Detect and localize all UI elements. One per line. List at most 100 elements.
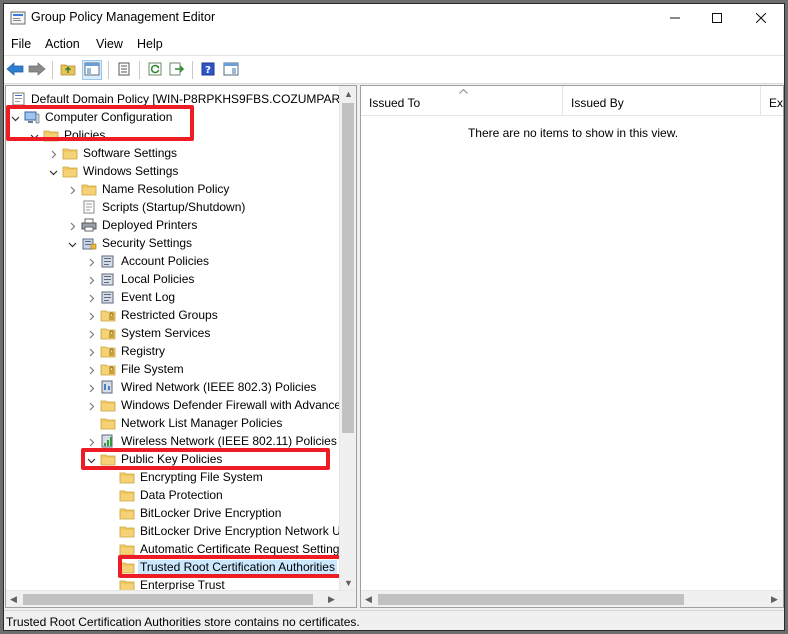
chevron-right-icon[interactable] xyxy=(87,328,96,339)
properties-button[interactable] xyxy=(114,60,134,80)
tree-node-scripts-startup-shutdown[interactable]: Scripts (Startup/Shutdown) xyxy=(6,198,346,216)
chevron-right-icon[interactable] xyxy=(49,148,58,159)
refresh-button[interactable] xyxy=(145,60,165,80)
tree-vertical-scrollbar[interactable]: ▲ ▼ xyxy=(339,86,356,591)
tree-node-restricted-groups[interactable]: Restricted Groups xyxy=(6,306,346,324)
tree-node-label: Account Policies xyxy=(121,254,210,268)
chevron-right-icon[interactable] xyxy=(68,184,77,195)
tree-node-security-settings[interactable]: Security Settings xyxy=(6,234,346,252)
scroll-left-arrow-icon[interactable]: ◀ xyxy=(10,594,17,605)
tree-node-label: Wired Network (IEEE 802.3) Policies xyxy=(121,380,317,394)
menu-view[interactable]: View xyxy=(96,37,123,51)
tree-node-network-list-manager-policies[interactable]: Network List Manager Policies xyxy=(6,414,346,432)
menu-file[interactable]: File xyxy=(11,37,31,51)
status-text: Trusted Root Certification Authorities s… xyxy=(6,615,360,629)
maximize-button[interactable] xyxy=(694,4,740,32)
chevron-down-icon[interactable] xyxy=(30,130,39,140)
tree-node-data-protection[interactable]: Data Protection xyxy=(6,486,346,504)
chevron-right-icon[interactable] xyxy=(68,220,77,231)
tree-node-wireless-network-ieee-802-11-policies[interactable]: Wireless Network (IEEE 802.11) Policies xyxy=(6,432,346,450)
list-column-header: Issued To Issued By Exp xyxy=(361,86,783,116)
tree-node-computer-configuration[interactable]: Computer Configuration xyxy=(6,108,346,126)
tree-node-deployed-printers[interactable]: Deployed Printers xyxy=(6,216,346,234)
chevron-right-icon[interactable] xyxy=(87,310,96,321)
tree-node-label: Registry xyxy=(121,344,166,358)
scroll-right-arrow-icon[interactable]: ▶ xyxy=(328,594,335,605)
tree-horizontal-scrollbar[interactable]: ◀ ▶ xyxy=(6,590,356,607)
tree-node-software-settings[interactable]: Software Settings xyxy=(6,144,346,162)
column-expiration[interactable]: Exp xyxy=(761,86,783,116)
tree-node-label: Data Protection xyxy=(140,488,223,502)
tree-node-wired-network-ieee-802-3-policies[interactable]: Wired Network (IEEE 802.3) Policies xyxy=(6,378,346,396)
tree-node-label: Windows Settings xyxy=(83,164,179,178)
details-horizontal-scroll-thumb[interactable] xyxy=(378,594,684,605)
policy-icon xyxy=(100,254,116,268)
tree-node-system-services[interactable]: System Services xyxy=(6,324,346,342)
tree-node-bitlocker-drive-encryption[interactable]: BitLocker Drive Encryption xyxy=(6,504,346,522)
close-icon xyxy=(755,10,767,26)
tree-node-automatic-certificate-request-setting[interactable]: Automatic Certificate Request Setting xyxy=(6,540,346,558)
chevron-down-icon[interactable] xyxy=(87,454,96,464)
minimize-button[interactable] xyxy=(652,4,698,32)
tree-node-trusted-root-certification-authorities[interactable]: Trusted Root Certification Authorities xyxy=(6,558,346,576)
close-button[interactable] xyxy=(738,4,784,32)
details-horizontal-scrollbar[interactable]: ◀ ▶ xyxy=(361,590,783,607)
chevron-right-icon[interactable] xyxy=(87,400,96,411)
tree-node-default-domain-policy-win-p8rpkhs9fbs-cozumpark-l[interactable]: Default Domain Policy [WIN-P8RPKHS9FBS.C… xyxy=(6,90,356,108)
show-hide-tree-icon xyxy=(84,62,100,79)
menu-action[interactable]: Action xyxy=(45,37,80,51)
tree-node-encrypting-file-system[interactable]: Encrypting File System xyxy=(6,468,346,486)
forward-arrow-icon xyxy=(28,61,46,79)
chevron-right-icon[interactable] xyxy=(87,274,96,285)
details-pane[interactable]: Issued To Issued By Exp There are no ite… xyxy=(360,85,784,608)
chevron-right-icon[interactable] xyxy=(87,436,96,447)
chevron-down-icon[interactable] xyxy=(11,112,20,122)
console-tree-pane[interactable]: Default Domain Policy [WIN-P8RPKHS9FBS.C… xyxy=(5,85,357,608)
column-issued-to[interactable]: Issued To xyxy=(361,86,563,116)
svg-text:?: ? xyxy=(205,65,211,76)
chevron-down-icon[interactable] xyxy=(49,166,58,176)
tree-node-windows-settings[interactable]: Windows Settings xyxy=(6,162,346,180)
folder-icon xyxy=(100,416,116,430)
forward-button[interactable] xyxy=(27,60,47,80)
tree-node-public-key-policies[interactable]: Public Key Policies xyxy=(6,450,346,468)
gpme-window: Group Policy Management Editor File Acti… xyxy=(3,3,785,631)
tree-node-account-policies[interactable]: Account Policies xyxy=(6,252,346,270)
tree-node-label: Restricted Groups xyxy=(121,308,218,322)
chevron-right-icon[interactable] xyxy=(87,364,96,375)
tree-node-label: Name Resolution Policy xyxy=(102,182,230,196)
tree-node-name-resolution-policy[interactable]: Name Resolution Policy xyxy=(6,180,346,198)
printer-icon xyxy=(81,218,97,232)
tree-node-event-log[interactable]: Event Log xyxy=(6,288,346,306)
tree-node-policies[interactable]: Policies xyxy=(6,126,346,144)
show-hide-action-pane-button[interactable] xyxy=(221,60,241,80)
up-one-level-button[interactable] xyxy=(58,60,78,80)
tree-node-registry[interactable]: Registry xyxy=(6,342,346,360)
chevron-down-icon[interactable] xyxy=(68,238,77,248)
chevron-right-icon[interactable] xyxy=(87,382,96,393)
show-hide-console-tree-button[interactable] xyxy=(82,60,102,80)
tree-horizontal-scroll-thumb[interactable] xyxy=(23,594,313,605)
back-button[interactable] xyxy=(5,60,25,80)
help-button[interactable]: ? xyxy=(198,60,218,80)
tree-node-label: Local Policies xyxy=(121,272,195,286)
tree-node-bitlocker-drive-encryption-network-u[interactable]: BitLocker Drive Encryption Network U xyxy=(6,522,346,540)
chevron-right-icon[interactable] xyxy=(87,256,96,267)
tree-node-label: Network List Manager Policies xyxy=(121,416,283,430)
folder-icon xyxy=(119,524,135,538)
tree-vertical-scroll-thumb[interactable] xyxy=(342,103,354,433)
chevron-right-icon[interactable] xyxy=(87,292,96,303)
scroll-right-arrow-icon[interactable]: ▶ xyxy=(771,594,778,605)
scroll-down-arrow-icon[interactable]: ▼ xyxy=(344,578,353,588)
column-issued-by[interactable]: Issued By xyxy=(563,86,761,116)
chevron-right-icon[interactable] xyxy=(87,346,96,357)
menu-help[interactable]: Help xyxy=(137,37,163,51)
tree-node-local-policies[interactable]: Local Policies xyxy=(6,270,346,288)
scroll-up-arrow-icon[interactable]: ▲ xyxy=(344,89,353,99)
scroll-left-arrow-icon[interactable]: ◀ xyxy=(365,594,372,605)
tree-node-windows-defender-firewall-with-advance[interactable]: Windows Defender Firewall with Advance xyxy=(6,396,346,414)
tree-node-label: Encrypting File System xyxy=(140,470,263,484)
tree-node-file-system[interactable]: File System xyxy=(6,360,346,378)
export-list-button[interactable] xyxy=(167,60,187,80)
tree-node-label: Software Settings xyxy=(83,146,178,160)
